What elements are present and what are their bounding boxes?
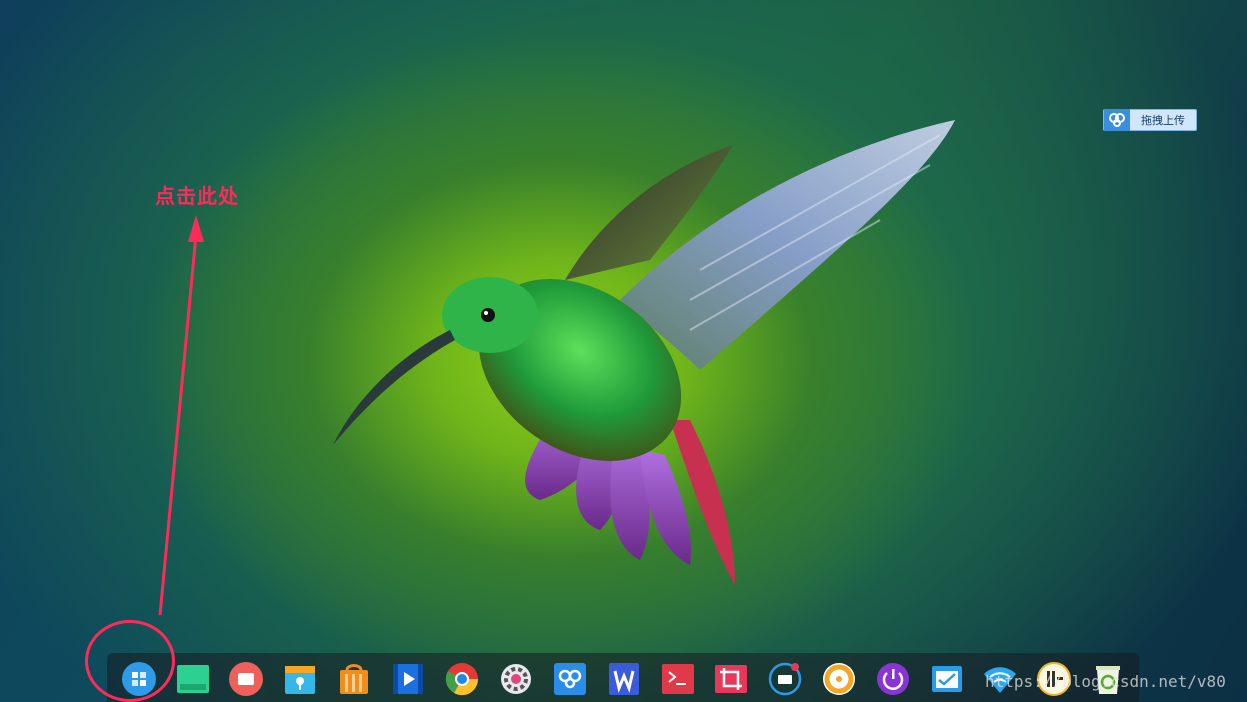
wps-writer-icon[interactable] [607,662,641,696]
watermark: https://blog.csdn.net/v80 [985,672,1226,691]
system-monitor-icon[interactable] [930,662,964,696]
annotation-circle [85,620,175,702]
file-manager-icon[interactable] [283,662,317,696]
upload-widget[interactable]: 拖拽上传 [1103,109,1197,131]
upload-label: 拖拽上传 [1141,114,1185,127]
input-method-icon[interactable] [768,662,802,696]
screen-recorder-icon[interactable] [229,662,263,696]
settings-icon[interactable] [499,662,533,696]
multitask-view-icon[interactable] [176,662,210,696]
annotation-label: 点击此处 [155,184,239,208]
terminal-icon[interactable] [661,662,695,696]
power-icon[interactable] [876,662,910,696]
screenshot-icon[interactable] [714,662,748,696]
music-player-icon[interactable] [822,662,856,696]
video-player-icon[interactable] [391,662,425,696]
baidu-netdisk-icon[interactable] [553,662,587,696]
annotation-arrow [158,215,204,616]
baidu-netdisk-icon [1104,109,1130,131]
app-store-icon[interactable] [337,662,371,696]
chrome-icon[interactable] [445,662,479,696]
